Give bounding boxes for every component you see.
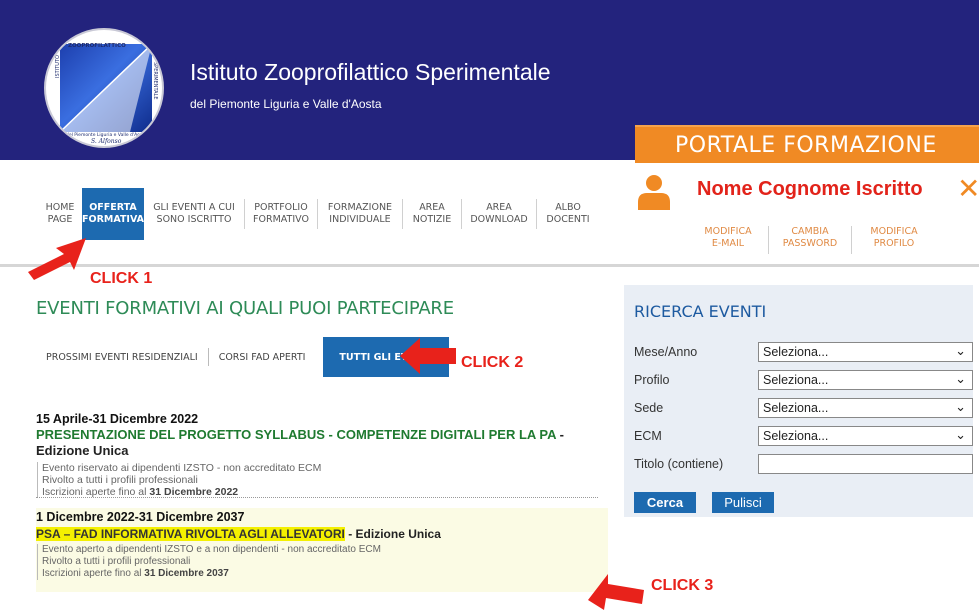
filter-label: Sede (634, 401, 664, 415)
cerca-button[interactable]: Cerca (634, 492, 696, 513)
event-date: 1 Dicembre 2022-31 Dicembre 2037 (36, 510, 245, 524)
event-detail-line: Evento aperto a dipendenti IZSTO e a non… (42, 544, 381, 555)
institute-logo[interactable]: ZOOPROFILATTICO ISTITUTO SPERIMENTALE de… (44, 28, 164, 148)
event-date: 15 Aprile-31 Dicembre 2022 (36, 412, 199, 426)
event-details: Evento aperto a dipendenti IZSTO e a non… (37, 544, 608, 580)
close-icon[interactable]: ✕ (957, 172, 979, 205)
logo-top-text: ZOOPROFILATTICO (68, 43, 126, 49)
event-detail-line: Rivolto a tutti i profili professionali (42, 474, 198, 486)
search-panel: RICERCA EVENTI Mese/Anno Seleziona... ⌄ P… (624, 285, 973, 517)
annotation-arrow-3 (588, 574, 644, 610)
filter-label: ECM (634, 429, 662, 443)
logo-star-graphic (59, 43, 153, 133)
event-registration-line: Iscrizioni aperte fino al 31 Dicembre 20… (42, 568, 608, 580)
event-divider (36, 497, 598, 498)
filter-row-sede: Sede Seleziona... ⌄ (634, 398, 973, 418)
filter-row-titolo: Titolo (contiene) (634, 454, 973, 474)
nav-formazione-individuale[interactable]: Formazione Individuale (318, 188, 402, 240)
tab-prossimi-eventi[interactable]: Prossimi eventi residenziali (36, 337, 208, 377)
action-separator (851, 226, 852, 254)
event-tabs: Prossimi eventi residenziali Corsi FAD a… (36, 337, 449, 377)
logo-signature: S. Alfonso (91, 138, 122, 145)
titolo-input[interactable] (758, 454, 973, 474)
event-details: Evento riservato ai dipendenti IZSTO - n… (37, 462, 608, 498)
logo-emblem (59, 43, 153, 133)
filter-row-profilo: Profilo Seleziona... ⌄ (634, 370, 973, 390)
profilo-select[interactable]: Seleziona... ⌄ (758, 370, 973, 390)
ecm-select[interactable]: Seleziona... ⌄ (758, 426, 973, 446)
event-title-link[interactable]: PRESENTAZIONE DEL PROGETTO SYLLABUS - CO… (36, 427, 556, 442)
annotation-arrow-1 (28, 238, 86, 280)
select-value: Seleziona... (763, 429, 829, 443)
filter-row-mese-anno: Mese/Anno Seleziona... ⌄ (634, 342, 973, 362)
annotation-click-2: CLICK 2 (461, 354, 524, 371)
annotation-click-3: CLICK 3 (651, 577, 714, 594)
event-detail-line: Evento riservato ai dipendenti IZSTO - n… (42, 462, 322, 474)
registration-deadline: 31 Dicembre 2037 (144, 568, 229, 579)
chevron-down-icon: ⌄ (955, 399, 966, 414)
event-item: 1 Dicembre 2022-31 Dicembre 2037 PSA – F… (36, 508, 608, 592)
nav-offerta-formativa[interactable]: Offerta Formativa (82, 188, 144, 240)
search-title: RICERCA EVENTI (634, 302, 767, 321)
registration-prefix: Iscrizioni aperte fino al (42, 568, 145, 579)
select-value: Seleziona... (763, 401, 829, 415)
user-actions: Modifica E-mail Cambia Password Modifica… (700, 226, 924, 254)
event-title: PRESENTAZIONE DEL PROGETTO SYLLABUS - CO… (36, 427, 608, 459)
logo-left-text: ISTITUTO (55, 55, 61, 78)
section-title: EVENTI FORMATIVI AI QUALI PUOI PARTECIPA… (36, 298, 454, 319)
nav-eventi-iscritto[interactable]: Gli eventi a cui sono iscritto (144, 188, 244, 240)
user-icon (638, 175, 670, 210)
portal-banner: PORTALE FORMAZIONE (635, 125, 979, 163)
mese-anno-select[interactable]: Seleziona... ⌄ (758, 342, 973, 362)
filter-label: Mese/Anno (634, 345, 698, 359)
event-item: 15 Aprile-31 Dicembre 2022 PRESENTAZIONE… (36, 412, 608, 498)
filter-row-ecm: ECM Seleziona... ⌄ (634, 426, 973, 446)
nav-area-notizie[interactable]: Area Notizie (403, 188, 461, 240)
annotation-arrow-2 (400, 338, 456, 374)
filter-label: Titolo (contiene) (634, 457, 724, 471)
annotation-click-1: CLICK 1 (90, 270, 153, 287)
site-subtitle: del Piemonte Liguria e Valle d'Aosta (190, 97, 382, 111)
pulisci-button[interactable]: Pulisci (712, 492, 774, 513)
nav-home-page[interactable]: Home Page (38, 188, 82, 240)
chevron-down-icon: ⌄ (955, 371, 966, 386)
tab-corsi-fad[interactable]: Corsi FAD aperti (209, 337, 316, 377)
event-title-link[interactable]: PSA – FAD INFORMATIVA RIVOLTA AGLI ALLEV… (36, 527, 345, 541)
cambia-password-link[interactable]: Cambia Password (781, 226, 839, 254)
nav-portfolio-formativo[interactable]: Portfolio Formativo (245, 188, 317, 240)
modifica-profilo-link[interactable]: Modifica Profilo (864, 226, 924, 254)
chevron-down-icon: ⌄ (955, 343, 966, 358)
chevron-down-icon: ⌄ (955, 427, 966, 442)
event-title: PSA – FAD INFORMATIVA RIVOLTA AGLI ALLEV… (36, 527, 608, 541)
event-edition: - Edizione Unica (344, 527, 441, 541)
nav-area-download[interactable]: Area Download (462, 188, 536, 240)
header-divider (0, 264, 979, 267)
main-nav: Home Page Offerta Formativa Gli eventi a… (38, 188, 599, 240)
sede-select[interactable]: Seleziona... ⌄ (758, 398, 973, 418)
modifica-email-link[interactable]: Modifica E-mail (700, 226, 756, 254)
user-name: Nome Cognome Iscritto (697, 178, 923, 200)
action-separator (768, 226, 769, 254)
logo-right-text: SPERIMENTALE (152, 62, 158, 100)
event-detail-line: Rivolto a tutti i profili professionali (42, 556, 191, 567)
site-title: Istituto Zooprofilattico Sperimentale (190, 59, 551, 85)
select-value: Seleziona... (763, 373, 829, 387)
nav-albo-docenti[interactable]: Albo Docenti (537, 188, 599, 240)
select-value: Seleziona... (763, 345, 829, 359)
filter-label: Profilo (634, 373, 670, 387)
